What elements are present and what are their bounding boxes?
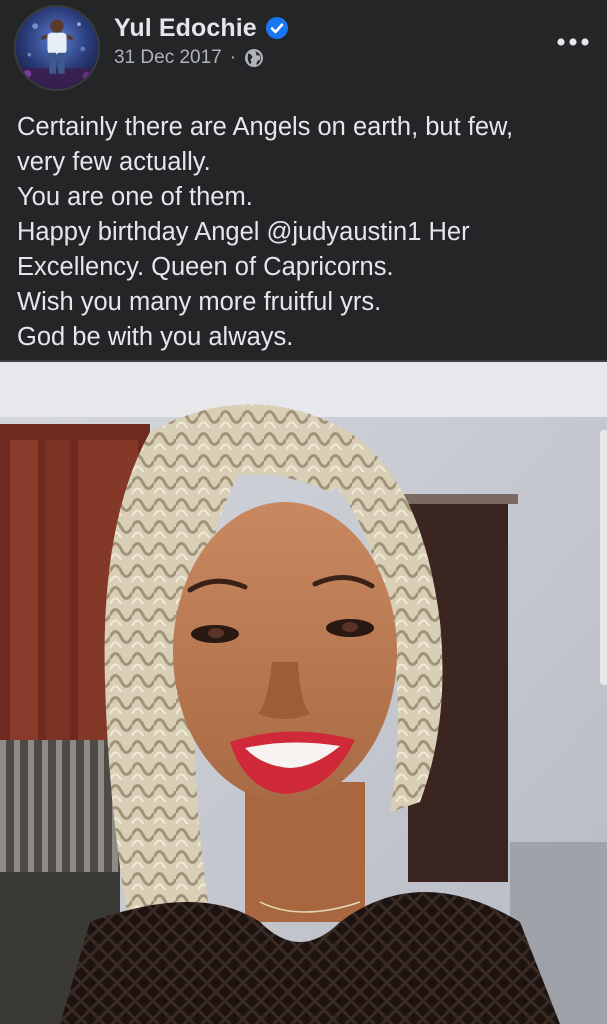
caption-line: very few actually.: [17, 148, 211, 176]
author-name[interactable]: Yul Edochie: [114, 14, 257, 43]
post-photo[interactable]: [0, 362, 607, 1024]
scrollbar-handle[interactable]: [600, 430, 607, 685]
caption-line: Wish you many more fruitful yrs.: [17, 288, 382, 316]
more-horizontal-icon: [557, 38, 589, 46]
more-options-button[interactable]: [553, 28, 593, 56]
post-card: Yul Edochie 31 Dec 2017 · Certainly ther…: [0, 0, 607, 1024]
selfie-photo: [0, 362, 607, 1024]
meta-separator: ·: [229, 47, 237, 68]
caption-line: Certainly there are Angels on earth, but…: [17, 113, 514, 141]
post-meta: 31 Dec 2017 ·: [114, 46, 264, 70]
caption-line: You are one of them.: [17, 183, 253, 211]
author-row: Yul Edochie: [114, 12, 289, 44]
post-date[interactable]: 31 Dec 2017: [114, 47, 222, 69]
verified-badge-icon: [265, 16, 289, 40]
author-avatar[interactable]: [14, 5, 100, 91]
avatar-photo: [16, 7, 98, 89]
caption-line: God be with you always.: [17, 323, 294, 351]
caption-line: Happy birthday Angel @judyaustin1 Her: [17, 218, 470, 246]
post-header: Yul Edochie 31 Dec 2017 ·: [0, 0, 607, 100]
caption-line: Excellency. Queen of Capricorns.: [17, 253, 394, 281]
post-caption: Certainly there are Angels on earth, but…: [17, 110, 593, 355]
globe-icon[interactable]: [244, 48, 264, 68]
